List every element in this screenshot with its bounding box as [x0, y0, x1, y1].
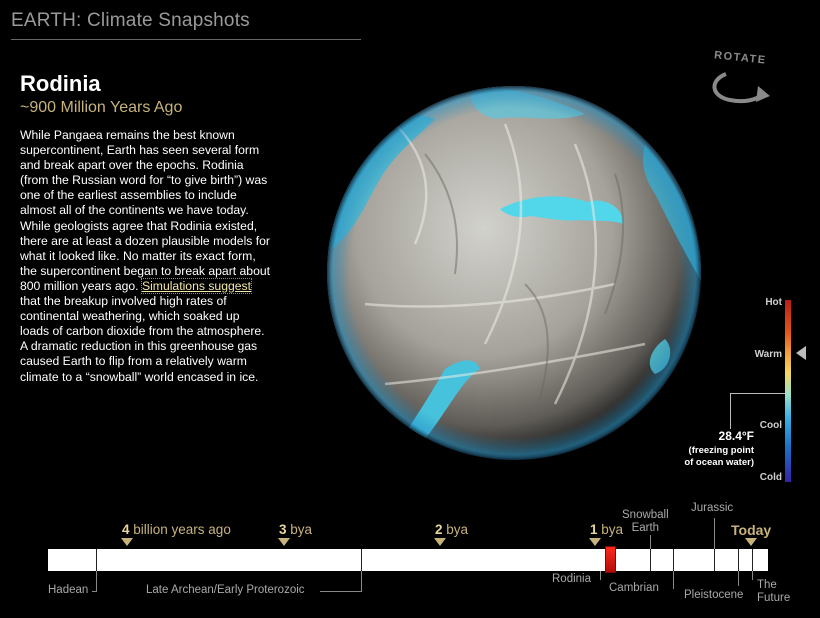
tick-2-text: bya: [442, 522, 469, 537]
tick-3-bya: 3 bya: [279, 522, 312, 537]
rotate-arrow-icon: [712, 72, 770, 104]
tick-marker-icon: [745, 538, 757, 546]
connector-line: [738, 571, 739, 586]
freezing-connector-h: [730, 393, 785, 394]
freezing-connector: [730, 393, 731, 429]
timeline-marker-rodinia[interactable]: [605, 546, 616, 573]
era-label-snowball-earth[interactable]: Snowball Earth: [622, 509, 669, 535]
era-label-hadean[interactable]: Hadean: [48, 584, 88, 597]
connector-line: [92, 591, 97, 592]
connector-line: [96, 571, 97, 591]
tick-2-num: 2: [435, 522, 443, 537]
era-age: ~900 Million Years Ago: [20, 99, 183, 116]
freezing-note-line2: of ocean water): [684, 457, 754, 468]
app-title: EARTH: Climate Snapshots: [11, 10, 250, 31]
era-label-late-archean[interactable]: Late Archean/Early Proterozoic: [146, 584, 305, 597]
timeline-divider: [738, 549, 739, 571]
rotate-button[interactable]: ROTATE: [708, 48, 774, 114]
snowball-line1: Snowball: [622, 509, 669, 521]
tick-2-bya: 2 bya: [435, 522, 468, 537]
tick-marker-icon: [589, 538, 601, 546]
tick-4-num: 4: [122, 522, 130, 537]
scale-label-hot: Hot: [765, 297, 782, 308]
future-line1: The: [757, 579, 777, 591]
description-text: While Pangaea remains the best known sup…: [20, 128, 271, 293]
tick-marker-icon: [278, 538, 290, 546]
freezing-note-line1: (freezing point: [688, 445, 754, 456]
freezing-temperature: 28.4°F: [718, 429, 754, 443]
tick-marker-icon: [434, 538, 446, 546]
simulations-link[interactable]: Simulations suggest: [140, 277, 253, 294]
globe-icon[interactable]: [325, 84, 703, 462]
era-label-the-future[interactable]: The Future: [757, 579, 790, 605]
scale-label-warm: Warm: [754, 349, 782, 360]
temperature-scale-bar: [785, 300, 791, 482]
temperature-pointer-icon: [796, 346, 806, 360]
snowball-line2: Earth: [631, 522, 660, 534]
era-description: While Pangaea remains the best known sup…: [20, 128, 272, 385]
connector-line: [714, 518, 715, 549]
title-divider: [11, 39, 361, 40]
tick-4-text: billion years ago: [129, 522, 231, 537]
tick-marker-icon: [121, 538, 133, 546]
era-title: Rodinia: [20, 71, 101, 96]
tick-1-text: bya: [597, 522, 624, 537]
globe[interactable]: [325, 84, 703, 462]
freezing-note: (freezing point of ocean water): [670, 445, 754, 469]
connector-line: [361, 571, 362, 591]
timeline-divider: [361, 549, 362, 571]
connector-line: [752, 571, 753, 580]
connector-line: [600, 571, 601, 580]
timeline-bar[interactable]: [48, 549, 768, 571]
tick-1-num: 1: [590, 522, 598, 537]
connector-line: [320, 591, 362, 592]
timeline-divider: [752, 549, 753, 571]
tick-3-num: 3: [279, 522, 287, 537]
era-label-cambrian[interactable]: Cambrian: [609, 582, 659, 595]
description-text-end: that the breakup involved high rates of …: [20, 294, 265, 384]
rotate-label: ROTATE: [713, 49, 768, 67]
tick-4-bya: 4 billion years ago: [122, 522, 231, 537]
era-label-rodinia[interactable]: Rodinia: [552, 573, 591, 586]
era-label-pleistocene[interactable]: Pleistocene: [684, 589, 743, 602]
timeline-divider: [673, 549, 674, 571]
era-label-jurassic[interactable]: Jurassic: [691, 502, 733, 515]
timeline-divider: [650, 549, 651, 571]
scale-label-cold: Cold: [759, 472, 782, 483]
timeline-divider: [714, 549, 715, 571]
tick-3-text: bya: [286, 522, 313, 537]
tick-today: Today: [731, 522, 772, 538]
future-line2: Future: [757, 592, 791, 604]
connector-line: [673, 571, 674, 589]
tick-1-bya: 1 bya: [590, 522, 623, 537]
connector-line: [650, 535, 651, 549]
timeline-divider: [96, 549, 97, 571]
